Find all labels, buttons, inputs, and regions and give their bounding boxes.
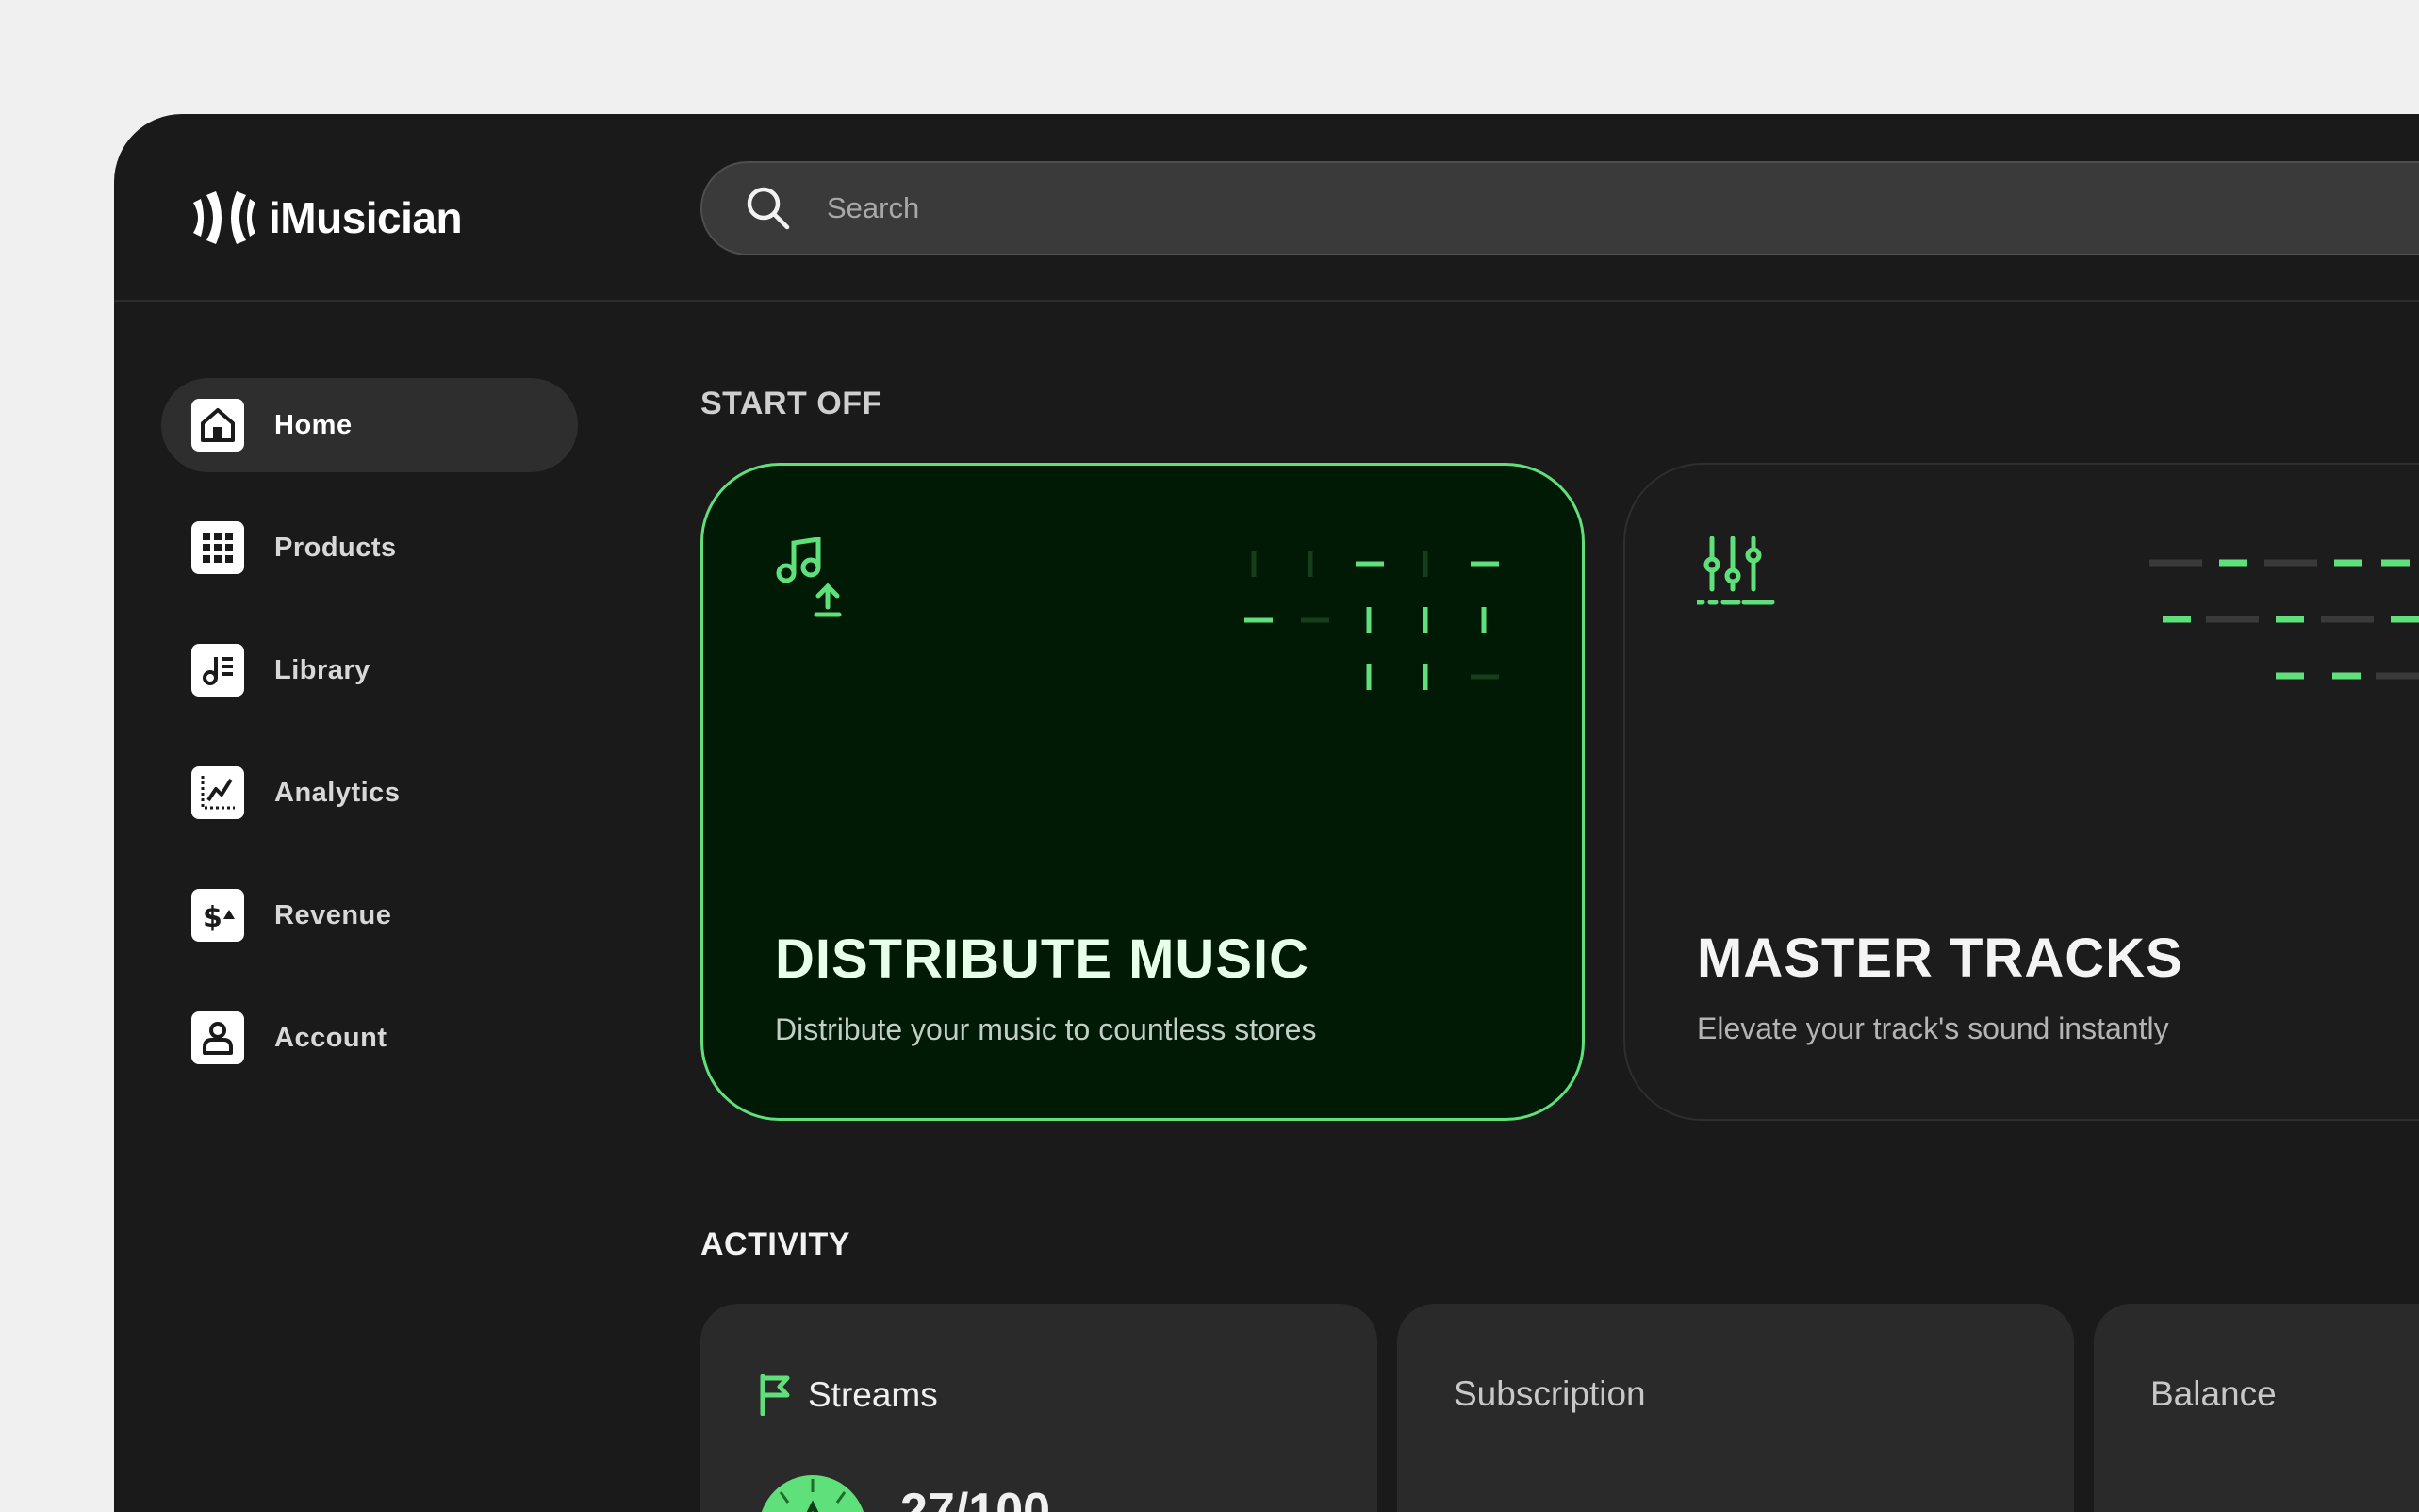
streams-label: Streams [808, 1375, 938, 1414]
chart-icon [191, 766, 244, 819]
subscription-card[interactable]: Subscription [1397, 1304, 2074, 1512]
decorative-equalizer-pattern [1244, 551, 1499, 690]
sidebar-item-revenue[interactable]: $ Revenue [161, 868, 578, 962]
distribute-music-card[interactable]: DISTRIBUTE MUSIC Distribute your music t… [700, 463, 1585, 1121]
start-off-heading: START OFF [700, 386, 882, 421]
balance-label: Balance [2150, 1374, 2277, 1413]
flag-icon [760, 1374, 790, 1416]
search-bar[interactable] [700, 161, 2419, 255]
dollar-icon: $ [191, 889, 244, 942]
sidebar-item-label: Home [274, 409, 353, 440]
decorative-dash-pattern [2149, 559, 2419, 680]
sidebar-item-label: Revenue [274, 899, 392, 930]
streams-header: Streams [757, 1374, 938, 1416]
sidebar-item-home[interactable]: Home [161, 378, 578, 472]
master-tracks-card[interactable]: MASTER TRACKS Elevate your track's sound… [1623, 463, 2419, 1121]
subscription-header: Subscription [1454, 1374, 1646, 1414]
sidebar-item-account[interactable]: Account [161, 991, 578, 1085]
balance-header: Balance [2150, 1374, 2277, 1414]
svg-text:$: $ [203, 901, 222, 934]
subscription-label: Subscription [1454, 1374, 1646, 1413]
sidebar-item-library[interactable]: Library [161, 623, 578, 717]
sidebar-nav: Home Products Library Analytics $ Revenu… [161, 378, 578, 1113]
music-upload-icon [776, 537, 842, 617]
distribute-music-title: DISTRIBUTE MUSIC [775, 929, 1309, 990]
app-window: iMusician Home Products Li [114, 114, 2419, 1512]
brand-logo[interactable]: iMusician [189, 182, 463, 254]
search-icon [747, 187, 790, 230]
sliders-icon [1697, 536, 1775, 605]
music-list-icon [191, 644, 244, 697]
master-tracks-title: MASTER TRACKS [1697, 928, 2183, 989]
grid-icon [191, 521, 244, 574]
sidebar-item-label: Analytics [274, 777, 401, 808]
user-icon [191, 1011, 244, 1064]
streams-card[interactable]: Streams 27/100 [700, 1304, 1377, 1512]
top-bar: iMusician [114, 114, 2419, 302]
master-tracks-subtitle: Elevate your track's sound instantly [1697, 1011, 2169, 1045]
home-icon [191, 399, 244, 452]
brand-name: iMusician [269, 193, 463, 242]
balance-card[interactable]: Balance [2094, 1304, 2419, 1512]
sidebar-item-label: Library [274, 654, 370, 685]
search-input[interactable] [827, 191, 2147, 225]
sidebar-item-label: Products [274, 532, 397, 563]
sidebar-item-label: Account [274, 1022, 387, 1053]
activity-heading: ACTIVITY [700, 1226, 850, 1262]
streams-gauge-icon [761, 1475, 864, 1512]
distribute-music-subtitle: Distribute your music to countless store… [775, 1012, 1317, 1046]
sidebar-item-analytics[interactable]: Analytics [161, 746, 578, 840]
sidebar-item-products[interactable]: Products [161, 501, 578, 595]
streams-value: 27/100 [900, 1484, 1051, 1512]
imusician-logo-icon [193, 191, 255, 244]
